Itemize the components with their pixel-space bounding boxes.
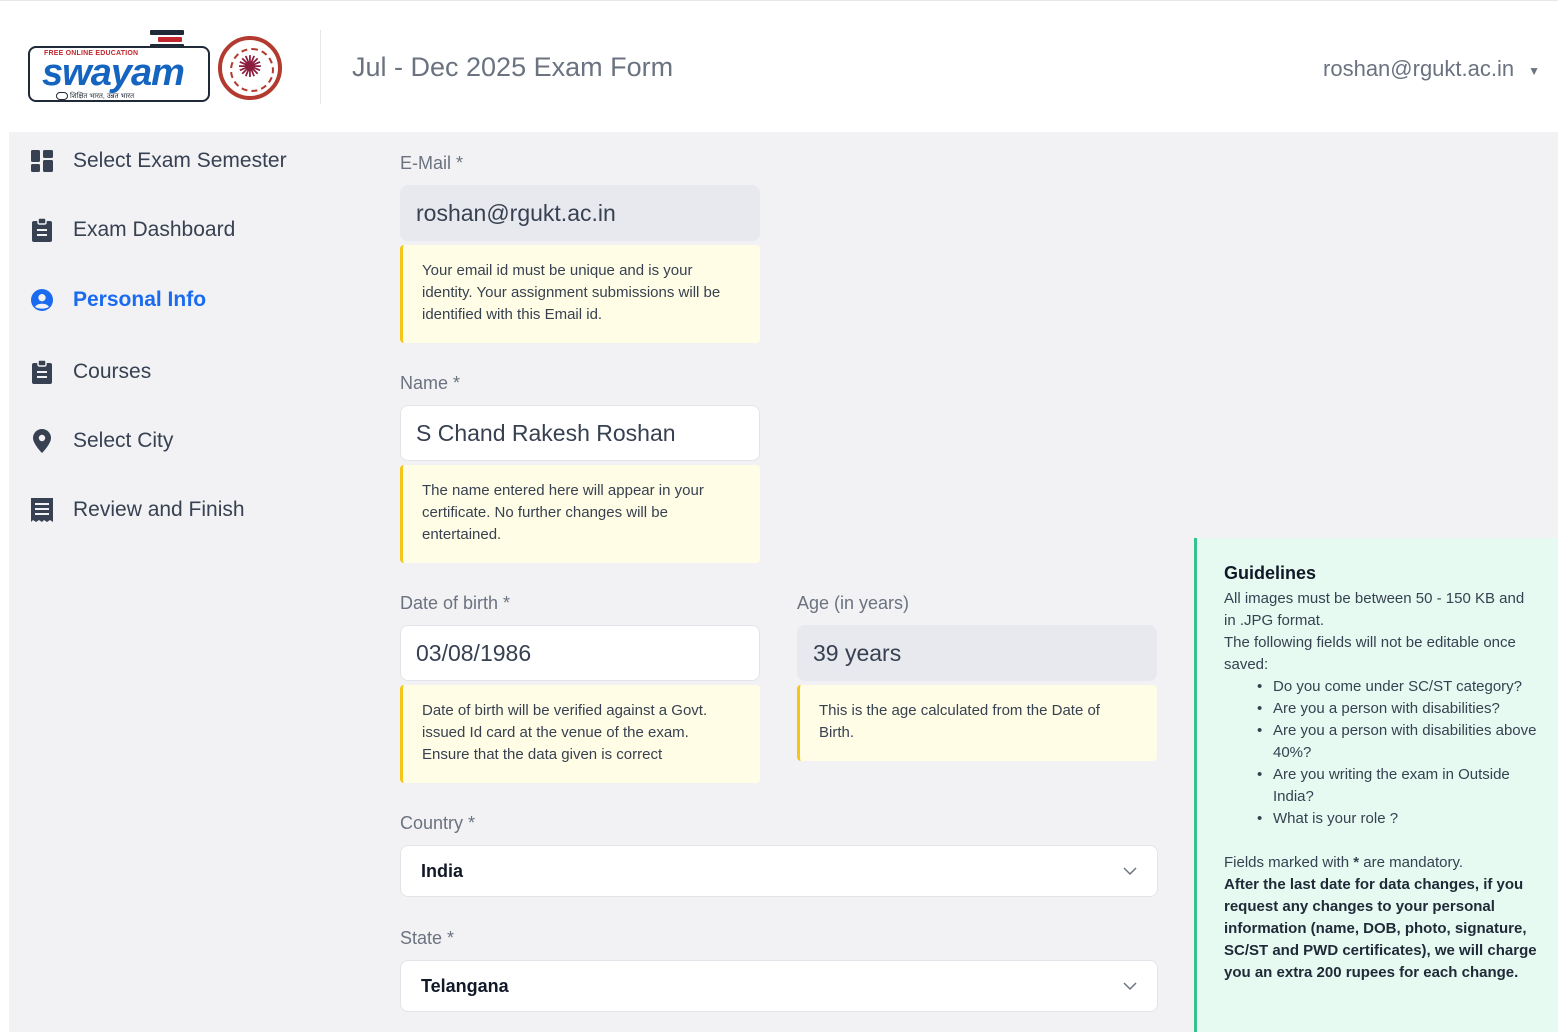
- guidelines-title: Guidelines: [1224, 563, 1317, 583]
- mouse-icon: [56, 92, 68, 100]
- caret-down-icon: ▼: [1528, 64, 1540, 78]
- country-label: Country *: [400, 813, 476, 833]
- dob-note: Date of birth will be verified against a…: [400, 685, 760, 783]
- list-item: Do you come under SC/ST category?: [1257, 676, 1538, 698]
- logo-word: swayam: [42, 52, 185, 94]
- age-label: Age (in years): [797, 593, 910, 613]
- list-item: Are you writing the exam in Outside Indi…: [1257, 764, 1538, 808]
- mandatory-suffix: are mandatory.: [1359, 854, 1464, 871]
- chevron-down-icon: [1123, 982, 1137, 991]
- sidebar-item-courses[interactable]: Courses: [31, 360, 151, 384]
- sidebar-item-personal-info[interactable]: Personal Info: [31, 288, 206, 312]
- sidebar-item-label: Exam Dashboard: [73, 218, 236, 241]
- name-label: Name *: [400, 373, 461, 393]
- header-divider: [320, 30, 321, 104]
- state-label: State *: [400, 928, 455, 948]
- app-header: FREE ONLINE EDUCATION swayam शिक्षित भार…: [0, 4, 1558, 132]
- list-item: Are you a person with disabilities above…: [1257, 720, 1538, 764]
- clipboard-icon: [31, 218, 53, 242]
- sidebar-item-select-exam-semester[interactable]: Select Exam Semester: [31, 149, 287, 173]
- logo-tagline: शिक्षित भारत, उन्नत भारत: [70, 93, 135, 100]
- name-field[interactable]: S Chand Rakesh Roshan: [400, 405, 760, 461]
- state-value: Telangana: [421, 975, 509, 996]
- age-field: 39 years: [797, 625, 1157, 681]
- sidebar-item-label: Select Exam Semester: [73, 149, 287, 172]
- sidebar-nav: Select Exam Semester Exam Dashboard Pers…: [9, 132, 369, 1032]
- logo-frame: FREE ONLINE EDUCATION swayam शिक्षित भार…: [28, 46, 210, 102]
- sidebar-item-review-and-finish[interactable]: Review and Finish: [31, 498, 245, 522]
- institution-emblem-icon: [218, 36, 282, 100]
- clipboard-icon: [31, 360, 53, 384]
- mandatory-note: Fields marked with * are mandatory.: [1224, 852, 1538, 874]
- user-circle-icon: [31, 288, 53, 312]
- page-title: Jul - Dec 2025 Exam Form: [352, 52, 674, 82]
- guidelines-images-note: All images must be between 50 - 150 KB a…: [1224, 590, 1525, 629]
- swayam-logo[interactable]: FREE ONLINE EDUCATION swayam शिक्षित भार…: [28, 30, 210, 106]
- email-field[interactable]: roshan@rgukt.ac.in: [400, 185, 760, 241]
- main-content: Select Exam Semester Exam Dashboard Pers…: [9, 132, 1558, 1032]
- age-note: This is the age calculated from the Date…: [797, 685, 1157, 761]
- email-note: Your email id must be unique and is your…: [400, 245, 760, 343]
- guidelines-list: Do you come under SC/ST category? Are yo…: [1224, 676, 1538, 830]
- chevron-down-icon: [1123, 867, 1137, 876]
- user-menu[interactable]: roshan@rgukt.ac.in ▼: [1323, 56, 1540, 82]
- dob-label: Date of birth *: [400, 593, 511, 613]
- list-item: Are you a person with disabilities?: [1257, 698, 1538, 720]
- country-value: India: [421, 860, 464, 881]
- guidelines-panel: Guidelines All images must be between 50…: [1194, 538, 1558, 1032]
- sidebar-item-label: Courses: [73, 360, 152, 383]
- receipt-icon: [31, 498, 53, 522]
- sidebar-item-select-city[interactable]: Select City: [31, 429, 173, 453]
- name-note: The name entered here will appear in you…: [400, 465, 760, 563]
- user-email: roshan@rgukt.ac.in: [1323, 56, 1515, 81]
- email-label: E-Mail *: [400, 153, 464, 173]
- sidebar-item-label: Review and Finish: [73, 498, 245, 521]
- country-select[interactable]: India: [400, 845, 1158, 897]
- list-item: What is your role ?: [1257, 808, 1538, 830]
- sidebar-item-label: Personal Info: [73, 288, 207, 311]
- sidebar-item-label: Select City: [73, 429, 174, 452]
- dashboard-grid-icon: [31, 149, 53, 173]
- charge-note: After the last date for data changes, if…: [1224, 876, 1537, 981]
- map-pin-icon: [31, 429, 53, 453]
- guidelines-noneditable-intro: The following fields will not be editabl…: [1224, 634, 1516, 673]
- state-select[interactable]: Telangana: [400, 960, 1158, 1012]
- sidebar-item-exam-dashboard[interactable]: Exam Dashboard: [31, 218, 235, 242]
- mandatory-prefix: Fields marked with: [1224, 854, 1354, 871]
- dob-field[interactable]: 03/08/1986: [400, 625, 760, 681]
